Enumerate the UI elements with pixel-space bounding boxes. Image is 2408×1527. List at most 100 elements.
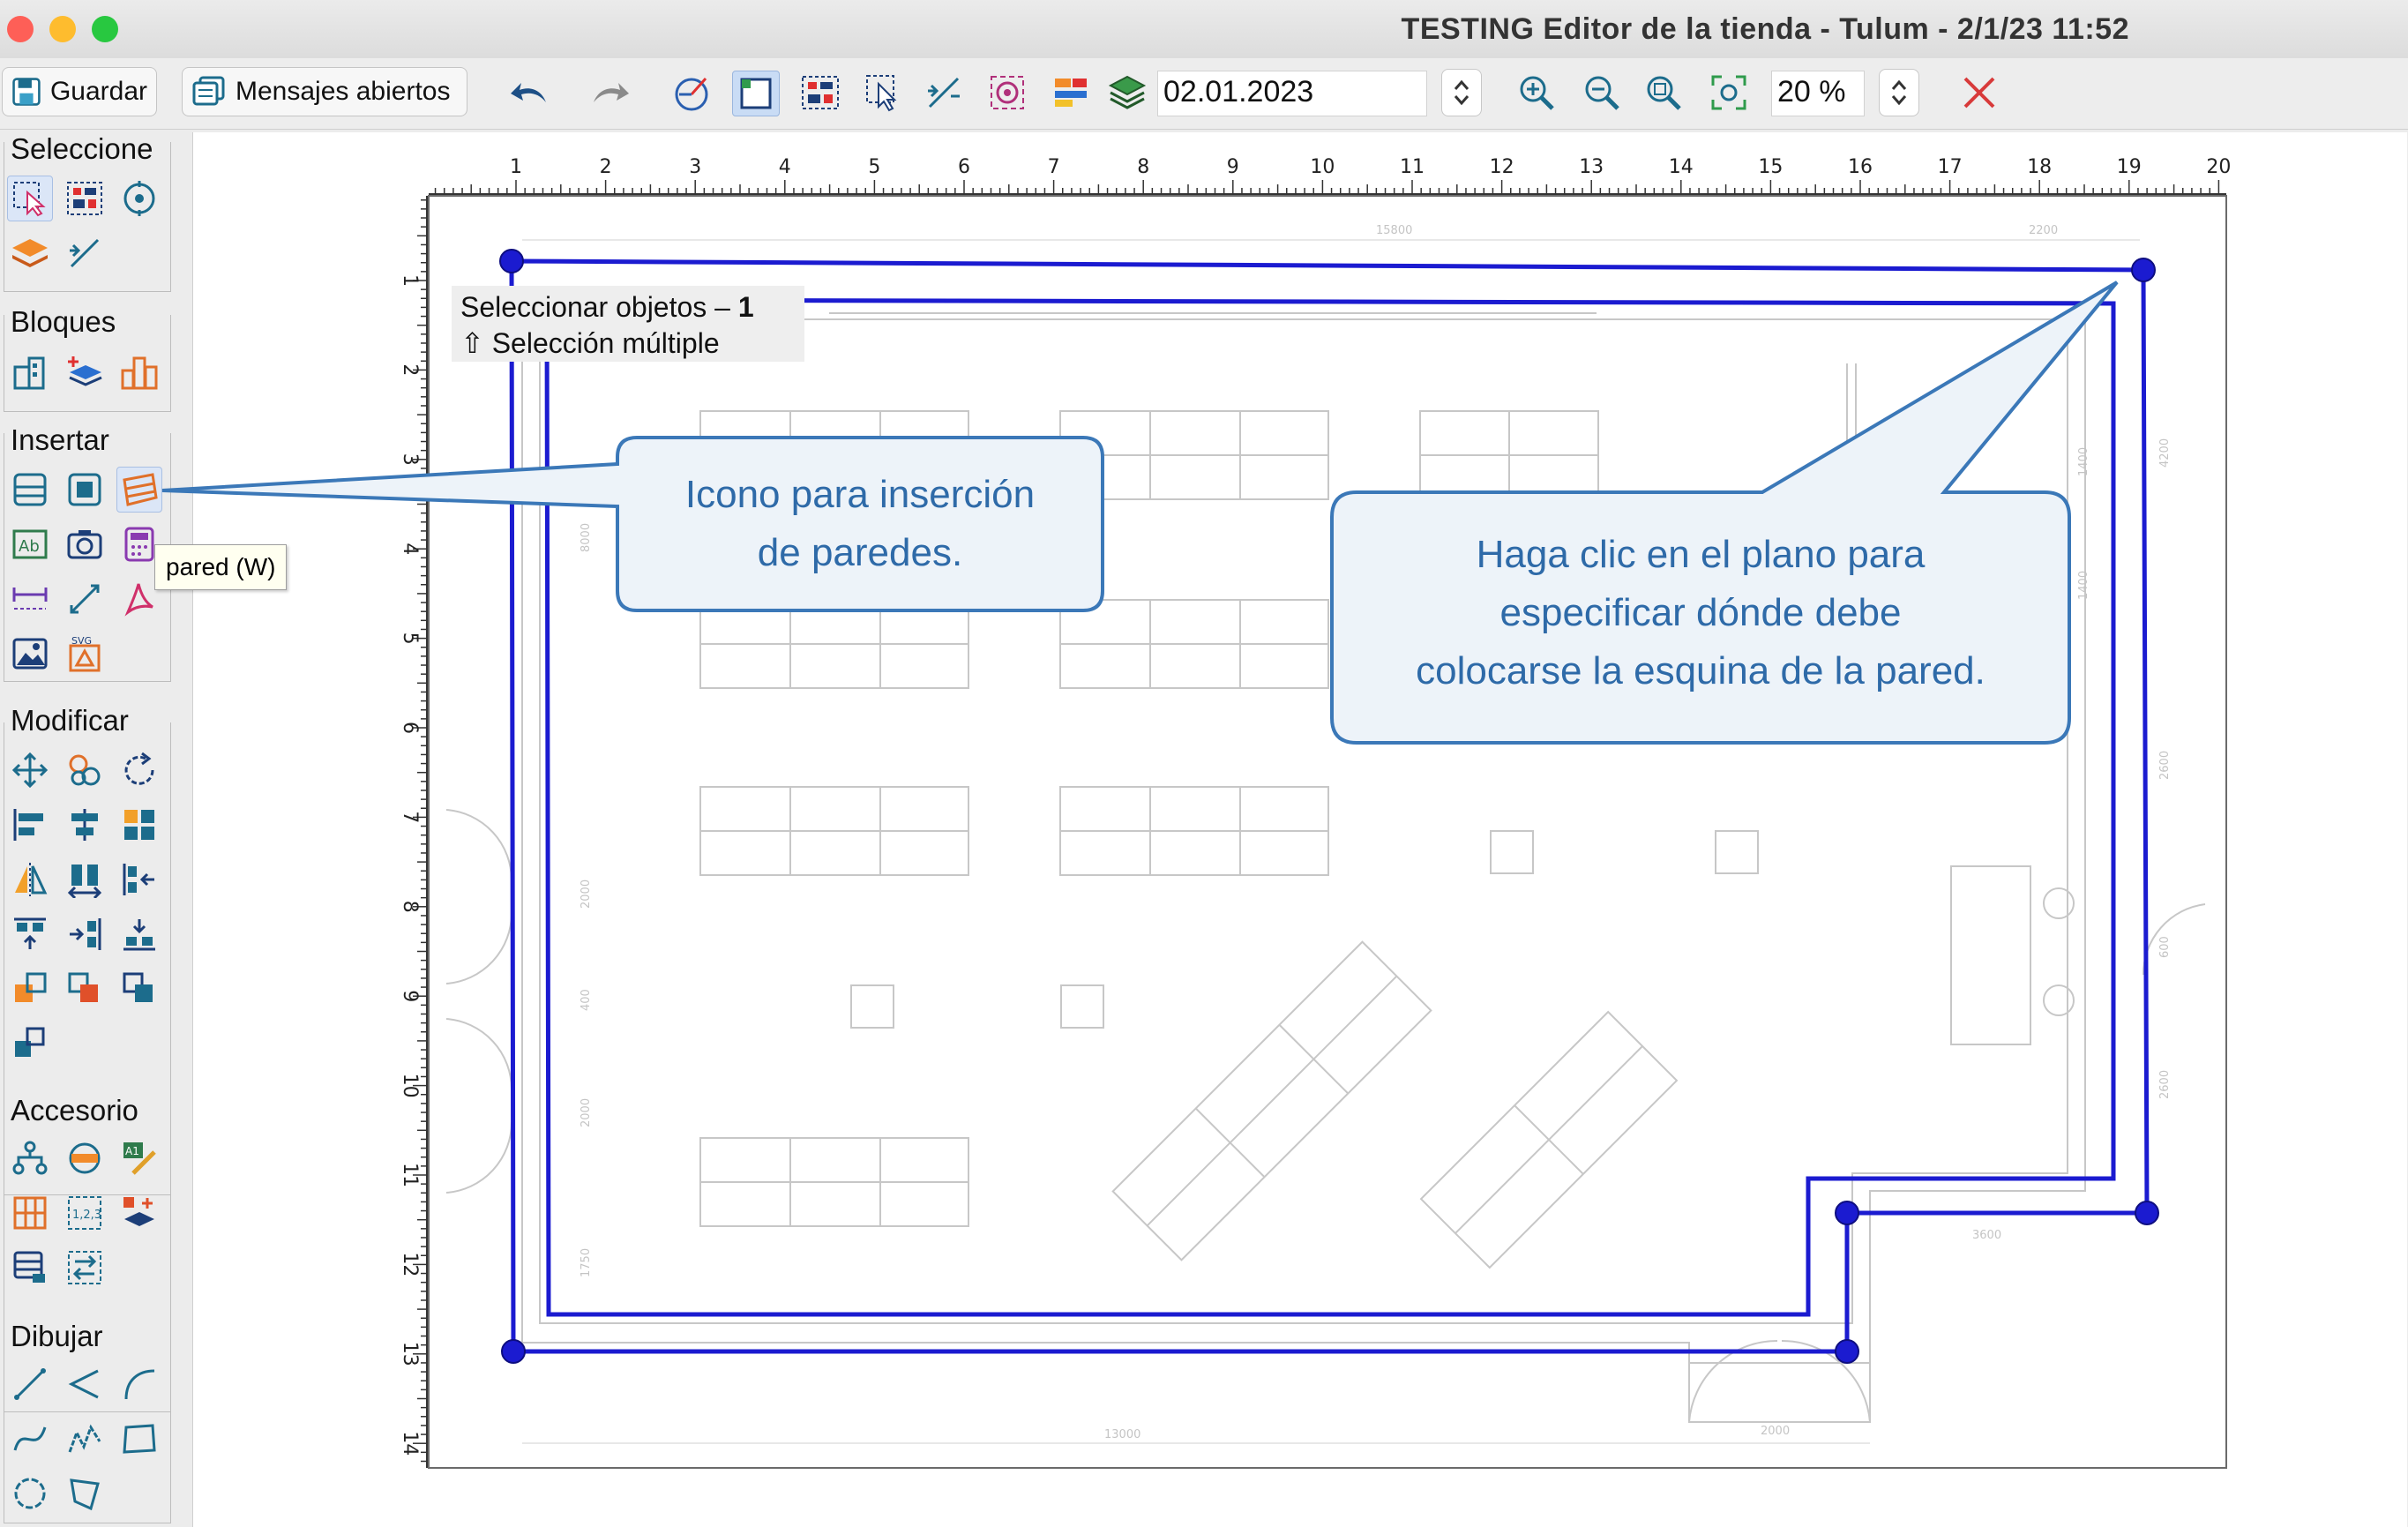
snap-right-icon[interactable] [62, 911, 108, 957]
hierarchy-icon[interactable] [7, 1135, 53, 1181]
draw-line-icon[interactable] [7, 1361, 53, 1407]
callout-plan-line-1: Haga clic en el plano para [1476, 533, 1926, 576]
callout-wall-line-2: de paredes. [757, 531, 963, 574]
save-button-label: Guardar [49, 77, 147, 106]
palette-title-select: Seleccione [7, 133, 157, 165]
add-layer-icon[interactable] [116, 1190, 162, 1236]
grid-select-icon[interactable] [797, 71, 843, 115]
edit-label-icon[interactable]: A1 [116, 1135, 162, 1181]
layers-color-icon[interactable] [1048, 71, 1094, 115]
insert-svg-icon[interactable]: SVG [62, 631, 108, 677]
palette-title-modify: Modificar [7, 705, 132, 737]
layers-icon[interactable] [1104, 71, 1150, 115]
insert-line-measure-icon[interactable] [62, 576, 108, 622]
insert-fixture-icon[interactable] [62, 467, 108, 513]
target-icon[interactable] [984, 71, 1030, 115]
select-grid-icon[interactable] [62, 176, 108, 221]
connect-tool-icon[interactable] [921, 71, 967, 115]
transfer-icon[interactable] [62, 1245, 108, 1291]
palette-title-draw: Dibujar [7, 1321, 107, 1352]
svg-text:1,2,3: 1,2,3 [72, 1209, 101, 1222]
copy-circles-icon[interactable] [62, 747, 108, 793]
open-messages-label: Mensajes abiertos [236, 77, 451, 106]
snap-left-icon[interactable] [116, 857, 162, 902]
zoom-in-icon[interactable] [1514, 71, 1559, 115]
callout-plan-text: Haga clic en el plano para especificar d… [1332, 526, 2069, 700]
draw-rectangle-icon[interactable] [116, 1416, 162, 1462]
select-connect-icon[interactable] [62, 230, 108, 276]
zoom-fit-icon[interactable] [1641, 71, 1686, 115]
zoom-stepper[interactable] [1879, 69, 1919, 116]
callout-plan-line-2: especificar dónde debe [1499, 591, 1902, 634]
block-shelves-icon[interactable] [116, 350, 162, 396]
svg-text:A1: A1 [125, 1145, 139, 1157]
callout-wall-icon-text: Icono para inserción de paredes. [617, 466, 1103, 582]
selection-info-line-2: ⇧ Selección múltiple [460, 326, 720, 360]
date-field[interactable]: 02.01.2023 [1157, 71, 1427, 116]
save-button[interactable]: Guardar [2, 67, 157, 116]
close-editor-icon[interactable] [1956, 71, 2002, 115]
numbering-icon[interactable] [7, 1190, 53, 1236]
draw-arc-icon[interactable] [116, 1361, 162, 1407]
callout-wall-line-1: Icono para inserción [684, 473, 1036, 516]
select-cursor-icon[interactable] [861, 71, 907, 115]
align-center-icon[interactable] [62, 802, 108, 848]
group-icon[interactable] [116, 966, 162, 1012]
list-icon[interactable] [7, 1245, 53, 1291]
snap-bottom-icon[interactable] [116, 911, 162, 957]
draw-freehand-icon[interactable] [62, 1416, 108, 1462]
maximize-window-button[interactable] [92, 16, 118, 42]
insert-dimension-icon[interactable] [7, 576, 53, 622]
select-layer-icon[interactable] [7, 230, 53, 276]
select-frame-icon[interactable] [732, 71, 780, 116]
chevron-up-down-icon [1454, 79, 1469, 106]
sequence-icon[interactable]: 1,2,3 [62, 1190, 108, 1236]
draw-polygon-icon[interactable] [62, 1471, 108, 1516]
zoom-field[interactable]: 20 % [1771, 71, 1865, 116]
palette-title-blocks: Bloques [7, 306, 120, 338]
rotate-icon[interactable] [116, 747, 162, 793]
redo-icon[interactable] [587, 71, 633, 115]
multi-select-label: Selección múltiple [491, 327, 720, 359]
block-building-icon[interactable] [7, 350, 53, 396]
snap-top-icon[interactable] [7, 911, 53, 957]
insert-text-icon[interactable]: Ab [7, 521, 53, 567]
mirror-icon[interactable] [7, 857, 53, 902]
align-left-icon[interactable] [7, 802, 53, 848]
insert-shelf-icon[interactable] [7, 467, 53, 513]
selection-mode-label: Seleccionar objetos – [460, 291, 730, 323]
svg-text:SVG: SVG [71, 635, 92, 647]
move-icon[interactable] [7, 747, 53, 793]
select-point-icon[interactable] [116, 176, 162, 221]
date-stepper[interactable] [1441, 69, 1482, 116]
bring-front-icon[interactable] [7, 966, 53, 1012]
tool-palette: Seleccione Bloques Insertar Ab SVG Modif… [0, 130, 178, 1527]
close-window-button[interactable] [7, 16, 34, 42]
undo-icon[interactable] [506, 71, 552, 115]
accessory-ring-icon[interactable] [62, 1135, 108, 1181]
draw-curve-icon[interactable] [7, 1416, 53, 1462]
open-messages-button[interactable]: Mensajes abiertos [182, 67, 467, 116]
chevron-up-down-icon [1891, 79, 1907, 106]
window-title: TESTING Editor de la tienda - Tulum - 2/… [1401, 12, 2129, 46]
minimize-window-button[interactable] [49, 16, 76, 42]
insert-camera-icon[interactable] [62, 521, 108, 567]
draw-polyline-icon[interactable] [62, 1361, 108, 1407]
message-icon [192, 76, 225, 106]
svg-text:Ab: Ab [19, 537, 40, 556]
select-objects-icon[interactable] [7, 176, 53, 221]
zoom-out-icon[interactable] [1579, 71, 1625, 115]
insert-wall-icon[interactable] [116, 467, 162, 513]
selection-info-line-1: Seleccionar objetos – 1 [460, 291, 754, 324]
insert-image-icon[interactable] [7, 631, 53, 677]
arrange-grid-icon[interactable] [116, 802, 162, 848]
block-add-layer-icon[interactable] [62, 350, 108, 396]
zoom-extents-icon[interactable] [1706, 71, 1752, 115]
main-toolbar: Guardar Mensajes abiertos 02.01.2023 20 … [0, 58, 2408, 130]
angle-tool-icon[interactable] [669, 71, 714, 115]
ungroup-icon[interactable] [7, 1021, 53, 1067]
send-back-icon[interactable] [62, 966, 108, 1012]
draw-circle-icon[interactable] [7, 1471, 53, 1516]
distribute-icon[interactable] [62, 857, 108, 902]
selection-info-panel: Seleccionar objetos – 1 ⇧ Selección múlt… [452, 286, 804, 362]
